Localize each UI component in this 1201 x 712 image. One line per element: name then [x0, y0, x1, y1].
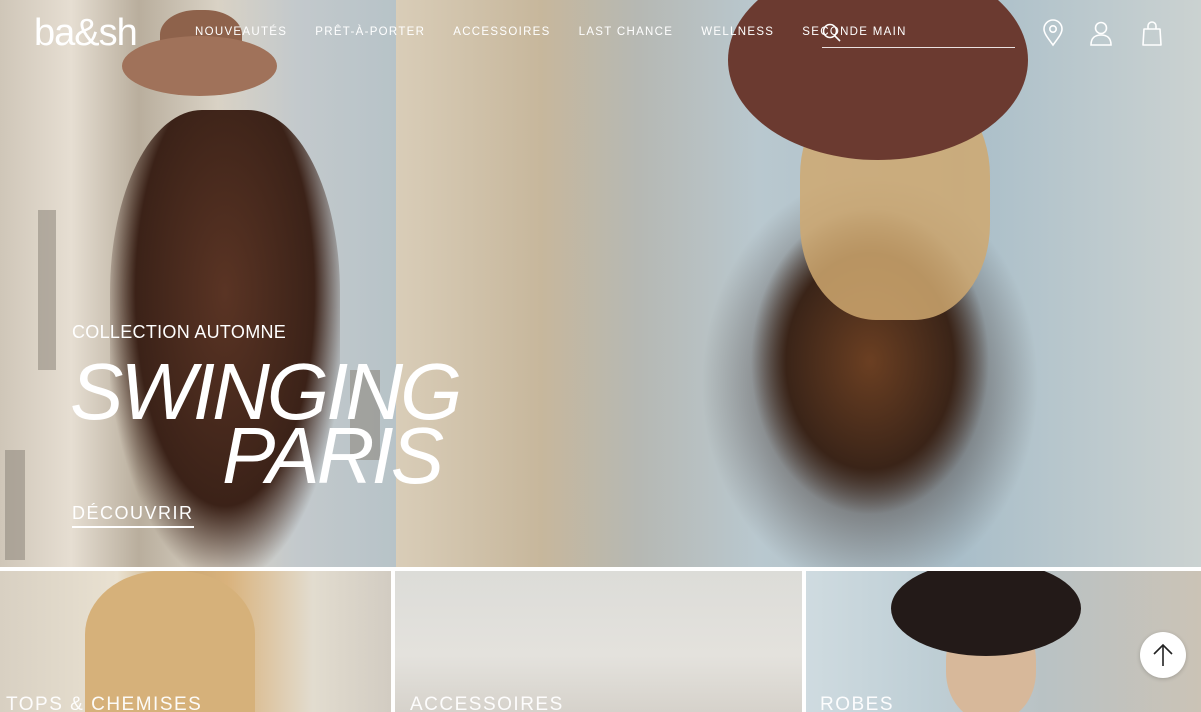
search-input[interactable] — [848, 22, 1012, 44]
menu-item-accessoires[interactable]: ACCESSOIRES — [453, 26, 550, 38]
search-icon[interactable] — [822, 23, 842, 43]
hero-kicker: COLLECTION AUTOMNE — [72, 322, 287, 342]
category-label: ACCESSOIRES — [410, 694, 564, 712]
category-tiles: TOPS & CHEMISES ACCESSOIRES ROBES — [0, 571, 1201, 712]
menu-item-pret-a-porter[interactable]: PRÊT-À-PORTER — [315, 26, 425, 38]
header-nav: ba&sh NOUVEAUTÉS PRÊT-À-PORTER ACCESSOIR… — [0, 0, 1201, 70]
category-tile-tops[interactable]: TOPS & CHEMISES — [0, 571, 391, 712]
account-icon[interactable] — [1088, 19, 1114, 47]
category-tile-robes[interactable]: ROBES — [806, 571, 1201, 712]
store-locator-icon[interactable] — [1040, 19, 1066, 47]
category-tile-accessoires[interactable]: ACCESSOIRES — [395, 571, 802, 712]
menu-item-last-chance[interactable]: LAST CHANCE — [579, 26, 674, 38]
cart-bag-icon[interactable] — [1139, 19, 1165, 47]
arrow-up-icon — [1153, 643, 1173, 666]
category-label: TOPS & CHEMISES — [6, 694, 203, 712]
scroll-to-top-button[interactable] — [1140, 632, 1186, 678]
brand-logo[interactable]: ba&sh — [34, 12, 138, 55]
category-label: ROBES — [820, 694, 895, 712]
menu-item-nouveautes[interactable]: NOUVEAUTÉS — [195, 26, 287, 38]
hero-title-line2: PARIS — [222, 411, 444, 500]
discover-link[interactable]: DÉCOUVRIR — [72, 503, 194, 528]
search-bar[interactable] — [822, 20, 1015, 48]
hero-banner[interactable]: COLLECTION AUTOMNE SWINGING PARIS DÉCOUV… — [0, 0, 1201, 567]
menu-item-wellness[interactable]: WELLNESS — [701, 26, 774, 38]
